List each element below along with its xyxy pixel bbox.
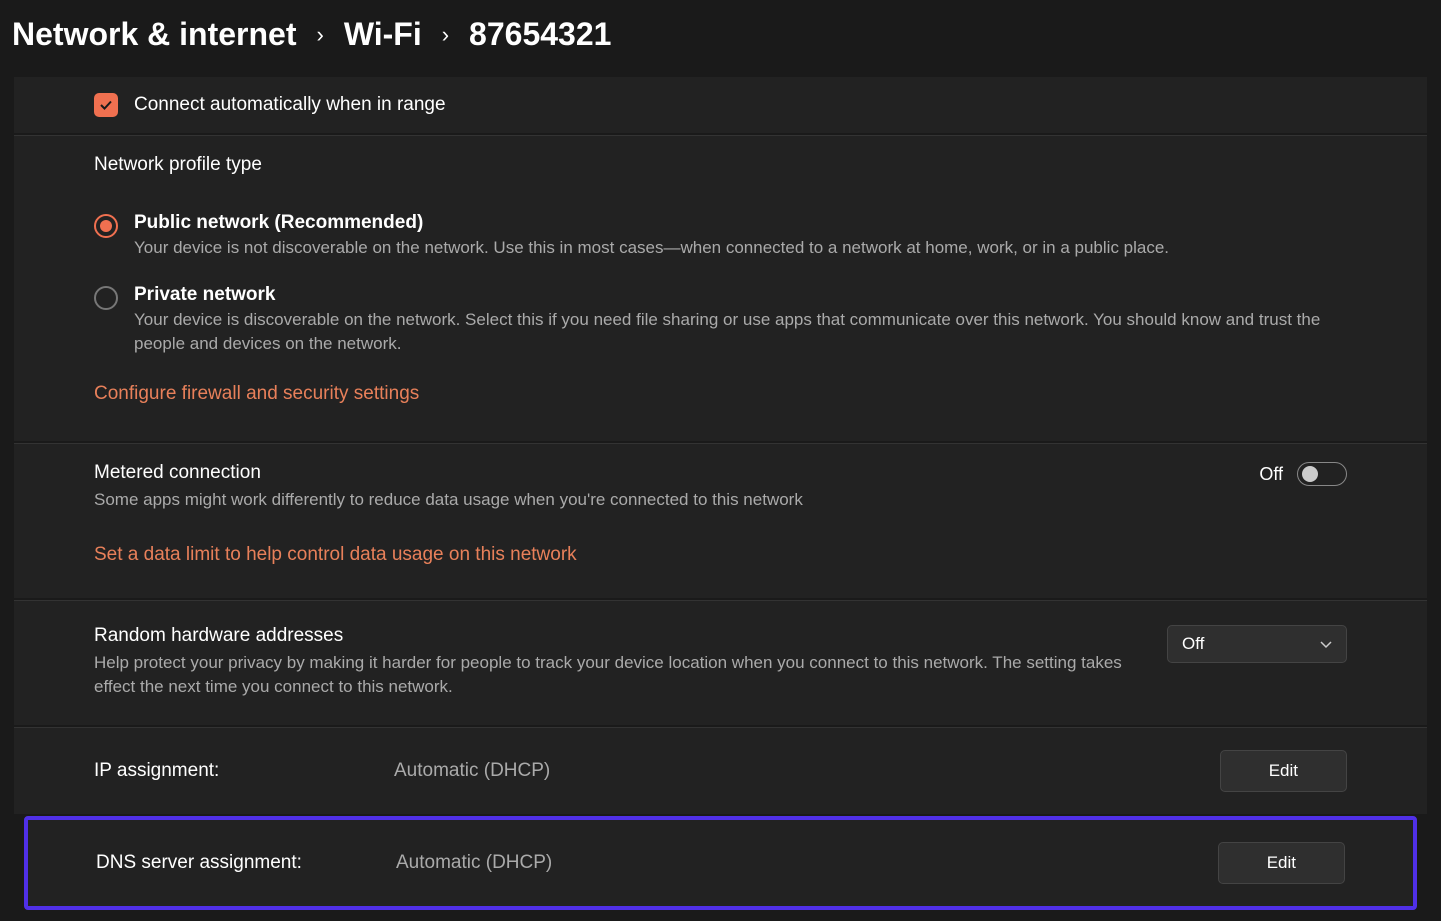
- ip-assignment-row: IP assignment: Automatic (DHCP) Edit: [14, 727, 1427, 814]
- dns-assignment-label: DNS server assignment:: [96, 852, 396, 874]
- dns-edit-button[interactable]: Edit: [1218, 842, 1345, 884]
- metered-title: Metered connection: [94, 462, 1219, 484]
- metered-connection-section: Metered connection Some apps might work …: [14, 443, 1427, 598]
- chevron-down-icon: [1320, 634, 1332, 654]
- ip-assignment-value: Automatic (DHCP): [394, 760, 550, 782]
- chevron-right-icon: ›: [316, 22, 323, 48]
- breadcrumb-network[interactable]: Network & internet: [12, 16, 296, 53]
- breadcrumb: Network & internet › Wi-Fi › 87654321: [0, 0, 1441, 77]
- public-network-desc: Your device is not discoverable on the n…: [134, 236, 1347, 260]
- toggle-knob: [1302, 466, 1318, 482]
- data-limit-link[interactable]: Set a data limit to help control data us…: [94, 544, 577, 566]
- random-hardware-desc: Help protect your privacy by making it h…: [94, 651, 1127, 699]
- private-network-radio[interactable]: [94, 286, 118, 310]
- network-profile-section: Network profile type Public network (Rec…: [14, 135, 1427, 441]
- public-network-title: Public network (Recommended): [134, 212, 1347, 234]
- random-hardware-section: Random hardware addresses Help protect y…: [14, 600, 1427, 725]
- radio-group: Public network (Recommended) Your device…: [94, 212, 1347, 355]
- metered-state-label: Off: [1259, 464, 1283, 485]
- dns-assignment-row: DNS server assignment: Automatic (DHCP) …: [24, 816, 1417, 910]
- metered-toggle[interactable]: [1297, 462, 1347, 486]
- private-network-title: Private network: [134, 284, 1347, 306]
- random-hardware-dropdown[interactable]: Off: [1167, 625, 1347, 663]
- checkmark-icon: [98, 97, 114, 113]
- metered-desc: Some apps might work differently to redu…: [94, 488, 1219, 512]
- firewall-settings-link[interactable]: Configure firewall and security settings: [94, 383, 419, 405]
- random-hardware-title: Random hardware addresses: [94, 625, 1127, 647]
- private-network-option[interactable]: Private network Your device is discovera…: [94, 284, 1347, 356]
- dropdown-value: Off: [1182, 634, 1204, 654]
- chevron-right-icon: ›: [442, 22, 449, 48]
- dns-assignment-value: Automatic (DHCP): [396, 852, 552, 874]
- breadcrumb-ssid: 87654321: [469, 16, 611, 53]
- breadcrumb-wifi[interactable]: Wi-Fi: [344, 16, 422, 53]
- ip-assignment-label: IP assignment:: [94, 760, 394, 782]
- connect-automatically-label: Connect automatically when in range: [134, 94, 446, 116]
- public-network-radio[interactable]: [94, 214, 118, 238]
- private-network-desc: Your device is discoverable on the netwo…: [134, 308, 1347, 356]
- auto-connect-section: Connect automatically when in range: [14, 77, 1427, 133]
- ip-edit-button[interactable]: Edit: [1220, 750, 1347, 792]
- public-network-option[interactable]: Public network (Recommended) Your device…: [94, 212, 1347, 260]
- connect-automatically-checkbox[interactable]: [94, 93, 118, 117]
- network-profile-title: Network profile type: [94, 154, 1347, 176]
